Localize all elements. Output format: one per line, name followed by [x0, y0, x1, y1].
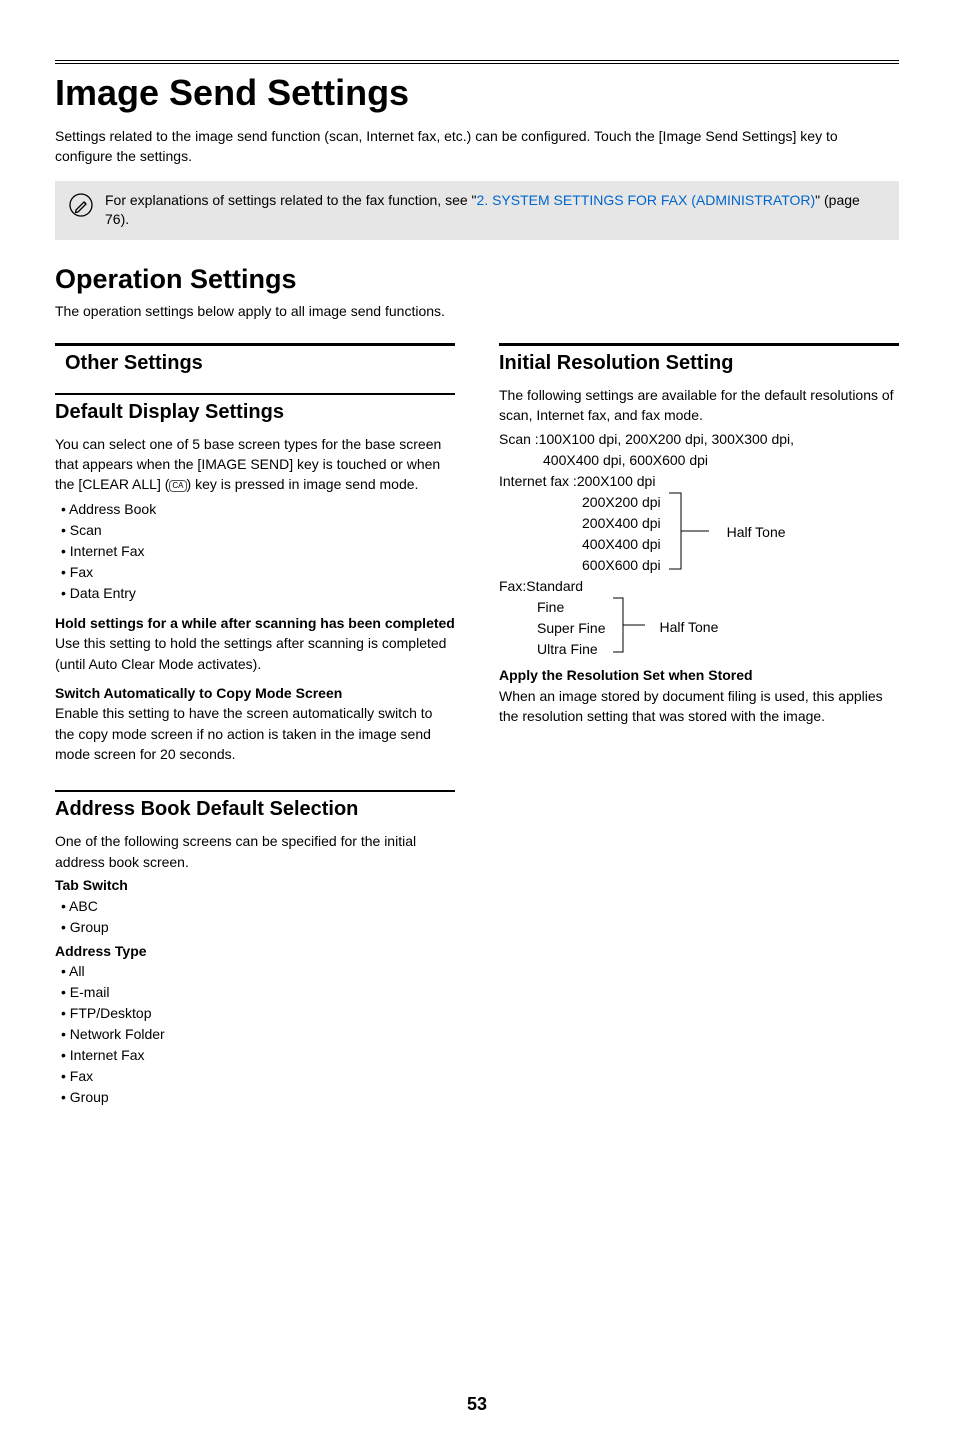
intro-paragraph: Settings related to the image send funct… [55, 126, 899, 167]
list-item: Network Folder [61, 1024, 455, 1045]
page-title: Image Send Settings [55, 72, 899, 114]
section-heading: Operation Settings [55, 264, 899, 295]
address-book-body: One of the following screens can be spec… [55, 831, 455, 872]
apply-heading: Apply the Resolution Set when Stored [499, 666, 899, 686]
hold-heading: Hold settings for a while after scanning… [55, 614, 455, 634]
halftone-label: Half Tone [653, 617, 718, 638]
list-item: Group [61, 917, 455, 938]
initial-resolution-heading: Initial Resolution Setting [499, 352, 899, 375]
left-column: Other Settings Default Display Settings … [55, 343, 455, 1134]
list-item: Internet Fax [61, 1045, 455, 1066]
initial-resolution-body: The following settings are available for… [499, 385, 899, 426]
pencil-icon [69, 193, 93, 223]
address-type-heading: Address Type [55, 942, 455, 962]
resolution-fax: Fax: Standard Fine Super Fine Ultra Fine… [499, 576, 899, 660]
list-item: Fax [61, 562, 455, 583]
note-prefix: For explanations of settings related to … [105, 192, 477, 208]
list-item: ABC [61, 896, 455, 917]
page-number: 53 [55, 1394, 899, 1415]
resolution-scan: Scan : 100X100 dpi, 200X200 dpi, 300X300… [499, 429, 899, 471]
rule [499, 343, 899, 346]
switch-body: Enable this setting to have the screen a… [55, 703, 455, 764]
tab-switch-heading: Tab Switch [55, 876, 455, 896]
rule [55, 790, 455, 792]
list-item: Data Entry [61, 583, 455, 604]
list-item: All [61, 961, 455, 982]
list-item: Group [61, 1087, 455, 1108]
list-item: E-mail [61, 982, 455, 1003]
list-item: Fax [61, 1066, 455, 1087]
address-book-heading: Address Book Default Selection [55, 798, 455, 821]
list-item: Scan [61, 520, 455, 541]
list-item: Address Book [61, 499, 455, 520]
note-text: For explanations of settings related to … [105, 191, 885, 230]
note-box: For explanations of settings related to … [55, 181, 899, 240]
list-item: FTP/Desktop [61, 1003, 455, 1024]
section-subtext: The operation settings below apply to al… [55, 303, 899, 319]
apply-body: When an image stored by document filing … [499, 686, 899, 727]
default-display-bullets: Address BookScanInternet FaxFaxData Entr… [55, 499, 455, 604]
rule [55, 393, 455, 395]
tab-switch-bullets: ABCGroup [55, 896, 455, 938]
default-display-heading: Default Display Settings [55, 401, 455, 424]
bracket-icon [661, 489, 721, 575]
rule [55, 343, 455, 346]
bracket-icon [605, 594, 653, 658]
list-item: Internet Fax [61, 541, 455, 562]
other-settings-heading: Other Settings [55, 352, 455, 375]
right-column: Initial Resolution Setting The following… [499, 343, 899, 1134]
title-rule [55, 60, 899, 64]
halftone-label: Half Tone [721, 522, 786, 543]
resolution-ifax: Internet fax : 200X100 dpi 200X200 dpi 2… [499, 471, 899, 576]
note-link[interactable]: 2. SYSTEM SETTINGS FOR FAX (ADMINISTRATO… [477, 192, 816, 208]
hold-body: Use this setting to hold the settings af… [55, 633, 455, 674]
switch-heading: Switch Automatically to Copy Mode Screen [55, 684, 455, 704]
default-display-body: You can select one of 5 base screen type… [55, 434, 455, 495]
clear-all-key-icon: CA [169, 480, 186, 492]
address-type-bullets: AllE-mailFTP/DesktopNetwork FolderIntern… [55, 961, 455, 1108]
